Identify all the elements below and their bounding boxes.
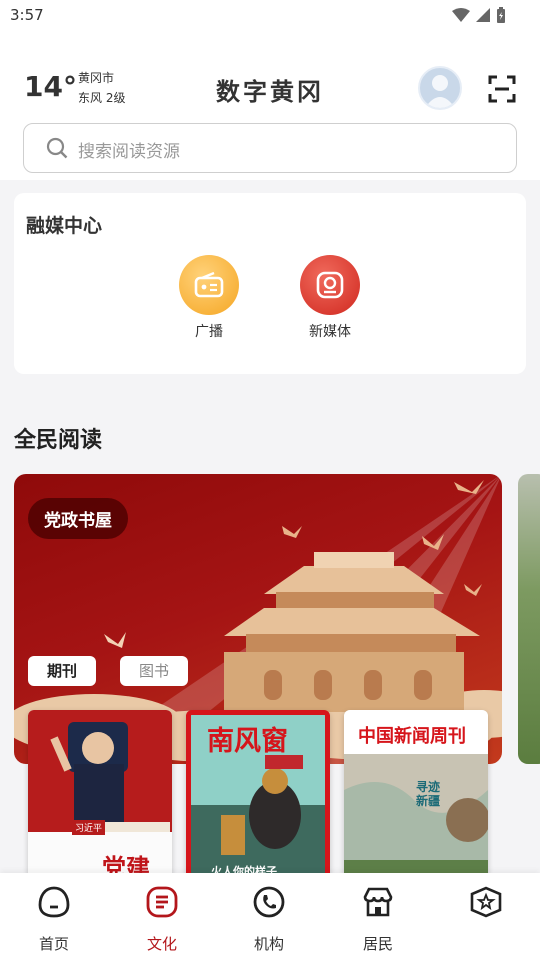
nav-label-culture: 文化 <box>146 935 177 953</box>
nav-label-residents: 居民 <box>362 935 393 953</box>
status-bar: 3:57 <box>0 0 540 32</box>
media-item-radio[interactable]: 广播 <box>164 255 254 341</box>
cover-title: 中国新闻周刊 <box>358 726 466 747</box>
cover-title: 习近平 <box>72 820 106 835</box>
nav-label-home: 首页 <box>38 935 69 953</box>
star-icon <box>470 886 502 918</box>
nav-institution[interactable]: 机构 <box>229 885 309 954</box>
magazine-cover[interactable]: 习近平 党建 <box>28 710 172 886</box>
nav-culture[interactable]: 文化 <box>122 885 202 954</box>
home-icon <box>38 886 70 918</box>
media-label-radio: 广播 <box>195 324 223 340</box>
magazine-cover[interactable]: 南风窗 火人你的样子 <box>186 710 330 886</box>
media-item-new-media[interactable]: 新媒体 <box>285 255 375 341</box>
header: 14° 黄冈市 东风 2级 数字黄冈 搜索阅读资源 <box>0 32 540 180</box>
nav-residents[interactable]: 居民 <box>338 885 418 954</box>
nav-label-institution: 机构 <box>253 935 284 953</box>
culture-icon <box>146 886 178 918</box>
wifi-icon <box>452 8 470 22</box>
bottom-nav: 首页 文化 机构 居民 <box>0 873 540 960</box>
next-banner-peek[interactable] <box>518 474 540 764</box>
media-center-title: 融媒中心 <box>26 215 103 237</box>
banner-tag: 党政书屋 <box>28 498 128 539</box>
tab-periodicals[interactable]: 期刊 <box>28 656 96 686</box>
reading-section-title: 全民阅读 <box>14 428 103 453</box>
nav-home[interactable]: 首页 <box>14 885 94 954</box>
status-time: 3:57 <box>10 6 44 24</box>
magazine-cover[interactable]: 中国新闻周刊 寻迹新疆 <box>344 710 488 886</box>
radio-icon <box>179 255 239 315</box>
scan-icon[interactable] <box>488 75 516 103</box>
search-input[interactable]: 搜索阅读资源 <box>78 137 180 162</box>
avatar[interactable] <box>418 66 462 110</box>
cover-subtitle: 寻迹新疆 <box>416 780 441 808</box>
signal-icon <box>476 8 490 22</box>
nav-more[interactable] <box>446 885 526 933</box>
cover-image <box>28 710 172 886</box>
phone-icon <box>253 886 285 918</box>
search-icon <box>46 137 68 159</box>
media-center-card: 融媒中心 广播 新媒体 <box>14 193 526 374</box>
tab-books[interactable]: 图书 <box>120 656 188 686</box>
shop-icon <box>363 887 393 917</box>
battery-icon <box>497 7 505 23</box>
cover-title: 南风窗 <box>207 726 288 757</box>
user-icon <box>425 75 455 108</box>
search-bar[interactable]: 搜索阅读资源 <box>23 123 517 173</box>
camera-icon <box>300 255 360 315</box>
status-icons <box>452 7 506 23</box>
media-label-new-media: 新媒体 <box>309 324 351 340</box>
